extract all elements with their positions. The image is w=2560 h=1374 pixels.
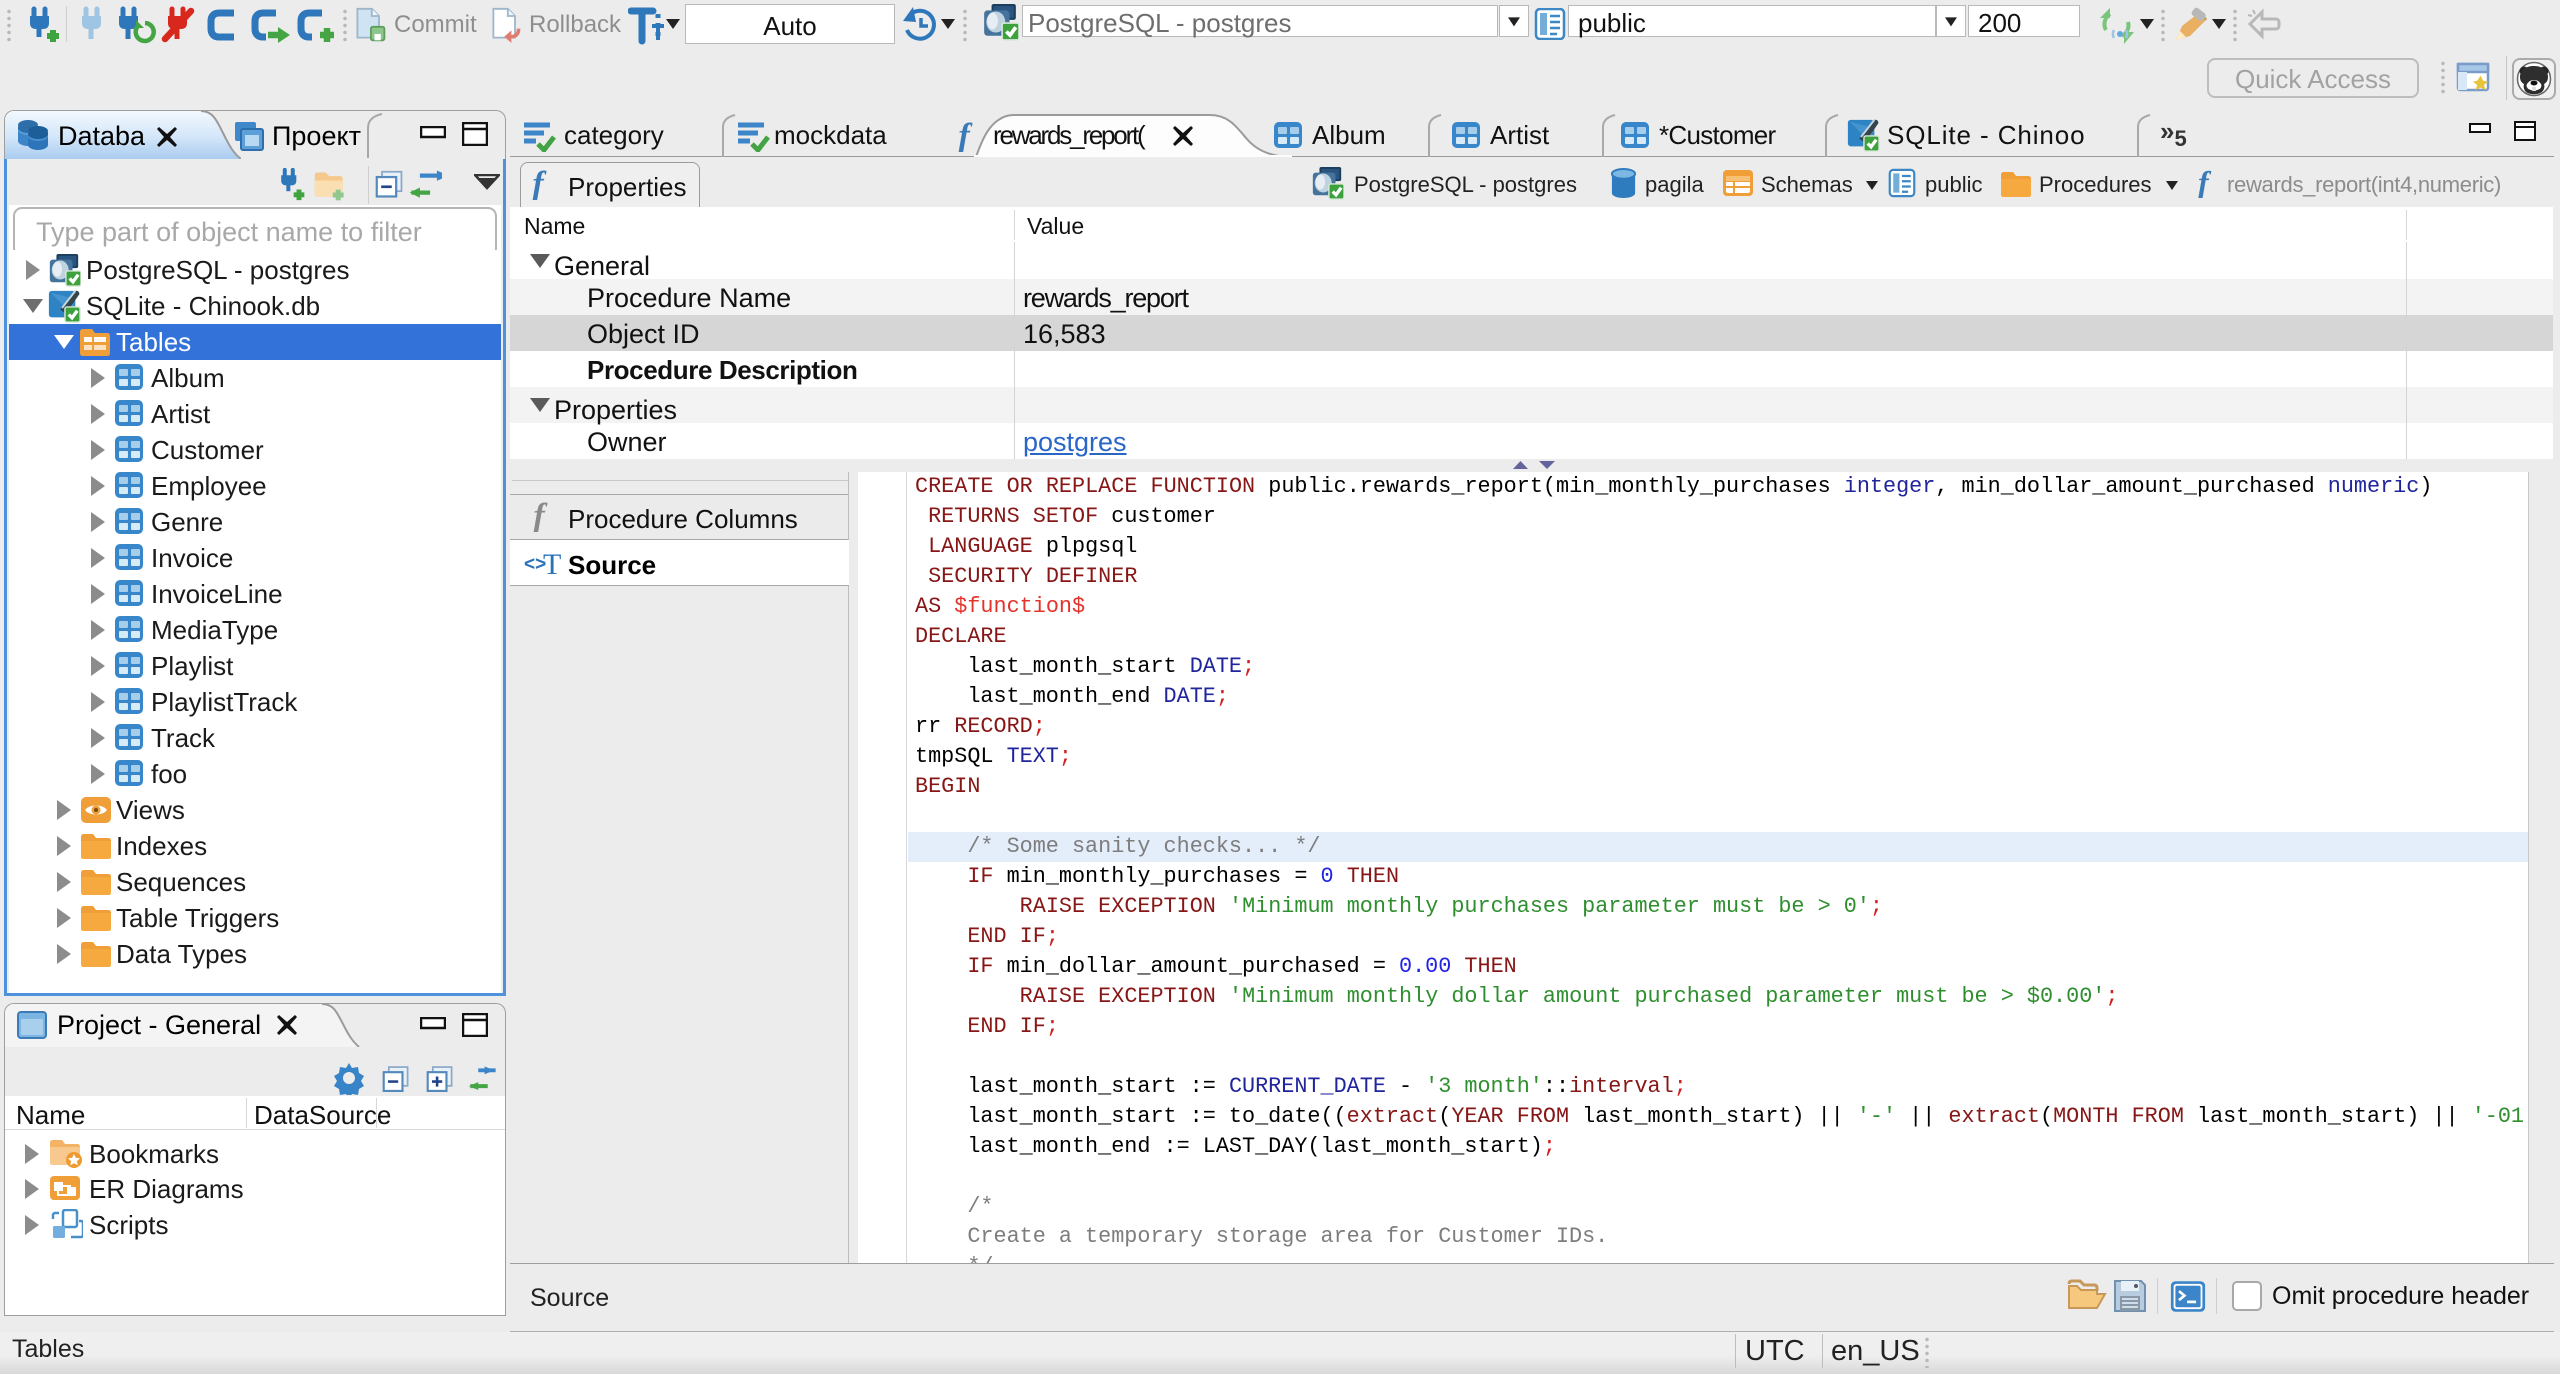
svg-text:T: T <box>543 548 561 580</box>
svg-text:f: f <box>533 500 548 532</box>
